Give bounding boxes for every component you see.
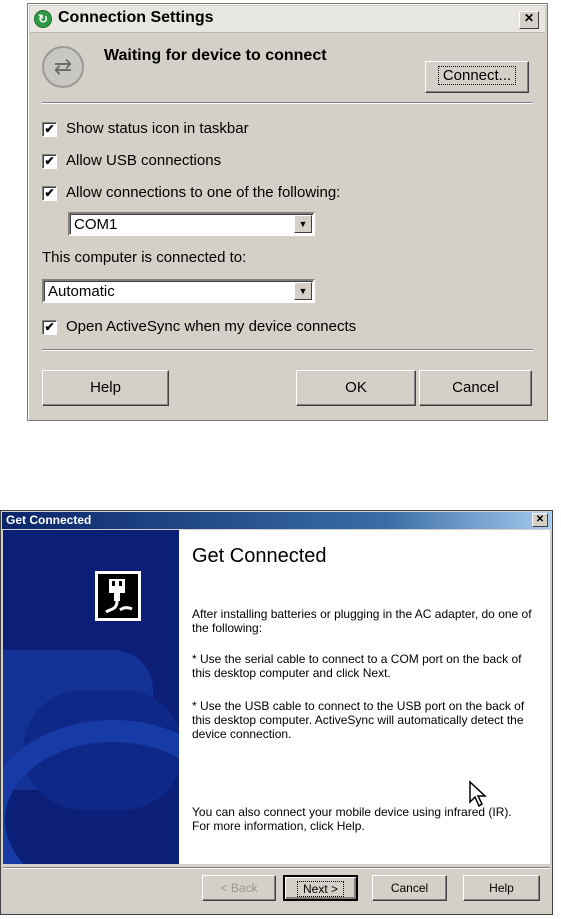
- checkbox-box[interactable]: ✔: [42, 154, 57, 169]
- dialog-title: Connection Settings: [58, 9, 214, 26]
- connected-to-select-value: Automatic: [48, 283, 115, 300]
- usb-plug-icon: [95, 571, 141, 621]
- connection-status-text: Waiting for device to connect: [104, 47, 327, 64]
- title-bar: ↻ Connection Settings ✕: [30, 6, 545, 33]
- page-title: Get Connected: [192, 545, 327, 567]
- instruction-paragraph: * Use the USB cable to connect to the US…: [192, 699, 525, 741]
- separator: [42, 102, 533, 104]
- checkbox-label: Allow USB connections: [66, 152, 222, 169]
- cancel-button[interactable]: Cancel: [372, 875, 447, 901]
- wizard-sidebar-image: [3, 530, 179, 864]
- close-button[interactable]: ✕: [519, 11, 539, 29]
- checkbox-label: Show status icon in taskbar: [66, 120, 249, 137]
- next-button[interactable]: Next >: [283, 875, 358, 901]
- back-button[interactable]: < Back: [202, 875, 276, 901]
- port-select[interactable]: COM1 ▼: [68, 212, 315, 236]
- dialog-title: Get Connected: [6, 513, 92, 527]
- cursor-icon: [468, 780, 490, 813]
- connection-settings-dialog: ↻ Connection Settings ✕ ⇄ Waiting for de…: [27, 3, 548, 421]
- instruction-paragraph: After installing batteries or plugging i…: [192, 607, 532, 635]
- checkbox-box[interactable]: ✔: [42, 186, 57, 201]
- title-bar: Get Connected ✕: [2, 512, 551, 529]
- help-button[interactable]: Help: [463, 875, 540, 901]
- wizard-content: Get Connected After installing batteries…: [179, 530, 550, 864]
- checkbox-box[interactable]: ✔: [42, 320, 57, 335]
- sync-arrows-icon: ⇄: [42, 46, 84, 88]
- help-button[interactable]: Help: [42, 370, 169, 406]
- checkbox-label: Allow connections to one of the followin…: [66, 184, 341, 201]
- chevron-down-icon[interactable]: ▼: [294, 215, 312, 233]
- connected-to-label: This computer is connected to:: [42, 249, 247, 266]
- checkbox-label: Open ActiveSync when my device connects: [66, 318, 357, 335]
- connected-to-select[interactable]: Automatic ▼: [42, 279, 315, 303]
- separator: [3, 867, 550, 869]
- ok-button[interactable]: OK: [296, 370, 416, 406]
- connect-button-label: Connect...: [437, 66, 517, 85]
- next-button-label: Next >: [296, 881, 344, 897]
- separator: [42, 349, 533, 351]
- instruction-paragraph: * Use the serial cable to connect to a C…: [192, 652, 522, 680]
- port-select-value: COM1: [74, 216, 118, 233]
- activesync-icon: ↻: [34, 10, 52, 28]
- get-connected-dialog: Get Connected ✕ Get Connected After inst…: [0, 510, 553, 915]
- connect-button[interactable]: Connect...: [425, 61, 529, 93]
- cancel-button[interactable]: Cancel: [419, 370, 532, 406]
- close-button[interactable]: ✕: [532, 513, 548, 527]
- checkbox-box[interactable]: ✔: [42, 122, 57, 137]
- chevron-down-icon[interactable]: ▼: [294, 282, 312, 300]
